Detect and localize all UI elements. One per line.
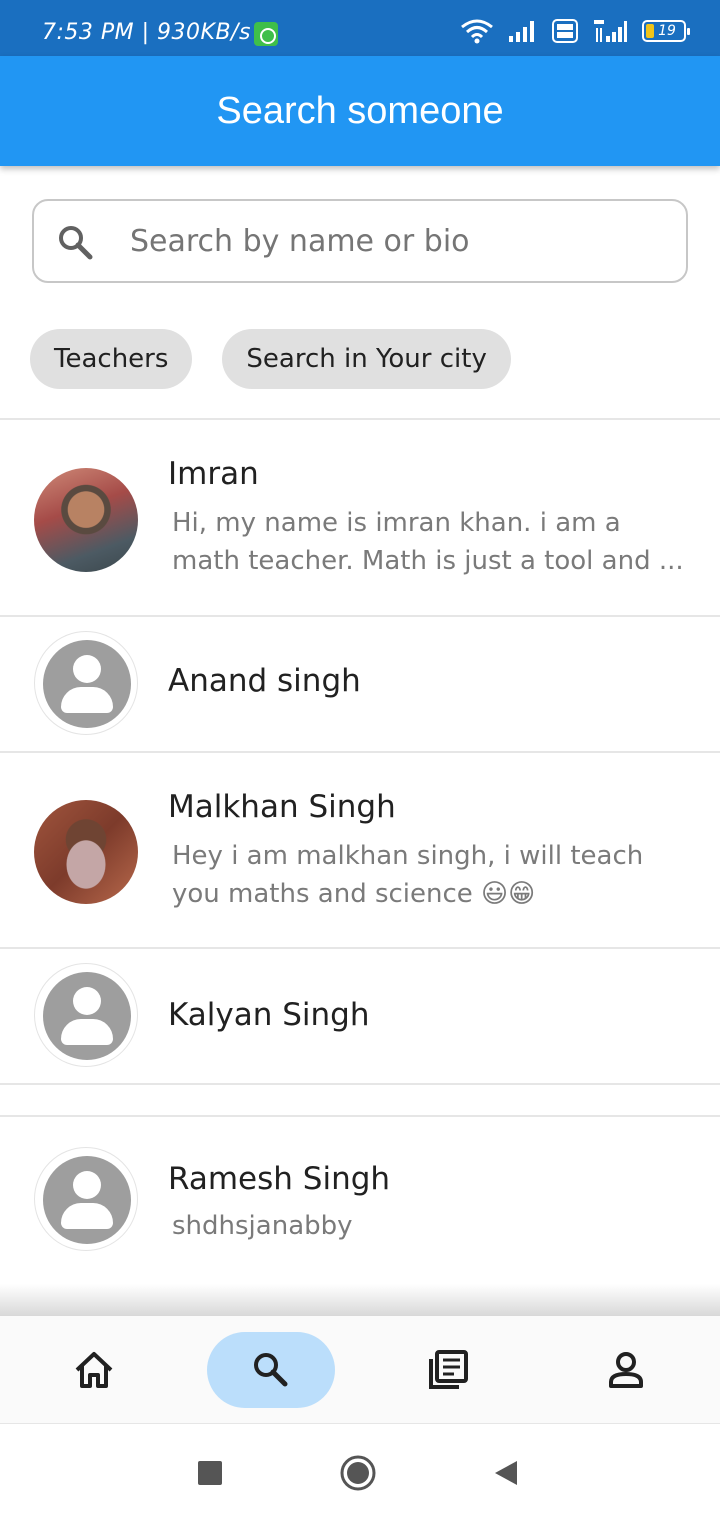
- page-title: Search someone: [216, 89, 504, 132]
- filter-chips: Teachers Search in Your city: [30, 329, 511, 389]
- bottom-nav-shadow: [0, 1284, 720, 1316]
- person-icon: [609, 1352, 643, 1388]
- search-icon: [59, 226, 93, 260]
- status-icons: 19: [460, 18, 690, 44]
- signal-icon: [509, 21, 534, 42]
- list-item[interactable]: Ramesh Singh shdhsjanabby: [0, 1115, 720, 1283]
- person-bio: Hi, my name is imran khan. i am a math t…: [172, 508, 684, 576]
- wifi-icon: [461, 19, 493, 44]
- chip-teachers[interactable]: Teachers: [30, 329, 193, 389]
- search-input[interactable]: [130, 201, 670, 281]
- news-icon: [429, 1350, 468, 1389]
- person-name: Malkhan Singh: [168, 789, 396, 825]
- nav-profile[interactable]: [562, 1332, 690, 1408]
- circle-icon: [340, 1455, 376, 1491]
- avatar: [34, 468, 138, 572]
- person-bio: shdhsjanabby: [172, 1211, 353, 1241]
- notification-app-icon: [254, 22, 278, 46]
- person-name: Ramesh Singh: [168, 1161, 391, 1197]
- nav-search[interactable]: [207, 1332, 335, 1408]
- chip-search-in-city[interactable]: Search in Your city: [222, 329, 511, 389]
- recents-button[interactable]: [192, 1455, 228, 1491]
- battery-icon: 19: [642, 20, 690, 42]
- square-icon: [198, 1461, 222, 1485]
- home-button[interactable]: [340, 1455, 376, 1491]
- signal-4g-icon: [594, 20, 627, 42]
- default-person-icon: [43, 1156, 131, 1244]
- search-icon: [254, 1353, 288, 1387]
- battery-level: 19: [658, 23, 676, 39]
- home-icon: [75, 1352, 113, 1388]
- list-item[interactable]: Imran Hi, my name is imran khan. i am a …: [0, 418, 720, 615]
- default-person-icon: [43, 972, 131, 1060]
- person-bio: Hey i am malkhan singh, i will teach you…: [172, 841, 644, 909]
- back-triangle-icon: [495, 1461, 517, 1485]
- person-name: Anand singh: [168, 663, 361, 699]
- nav-posts[interactable]: [384, 1332, 512, 1408]
- nav-home[interactable]: [30, 1332, 158, 1408]
- list-item[interactable]: Malkhan Singh Hey i am malkhan singh, i …: [0, 751, 720, 947]
- app-bar: Search someone: [0, 56, 720, 166]
- avatar: [34, 800, 138, 904]
- list-divider-gap: [0, 1083, 720, 1115]
- person-name: Imran: [168, 456, 259, 492]
- bottom-navigation: [0, 1316, 720, 1424]
- avatar: [34, 631, 138, 735]
- back-button[interactable]: [488, 1455, 524, 1491]
- search-box[interactable]: [32, 199, 688, 283]
- list-item[interactable]: Anand singh: [0, 615, 720, 751]
- status-bar: 7:53 PM | 930KB/s 19: [0, 0, 720, 56]
- person-name: Kalyan Singh: [168, 997, 370, 1033]
- avatar: [34, 1147, 138, 1251]
- system-navigation: [0, 1425, 720, 1520]
- status-time: 7:53 PM | 930KB/s: [42, 20, 251, 45]
- default-person-icon: [43, 640, 131, 728]
- volte-icon: [552, 19, 578, 43]
- avatar: [34, 963, 138, 1067]
- list-item[interactable]: Kalyan Singh: [0, 947, 720, 1083]
